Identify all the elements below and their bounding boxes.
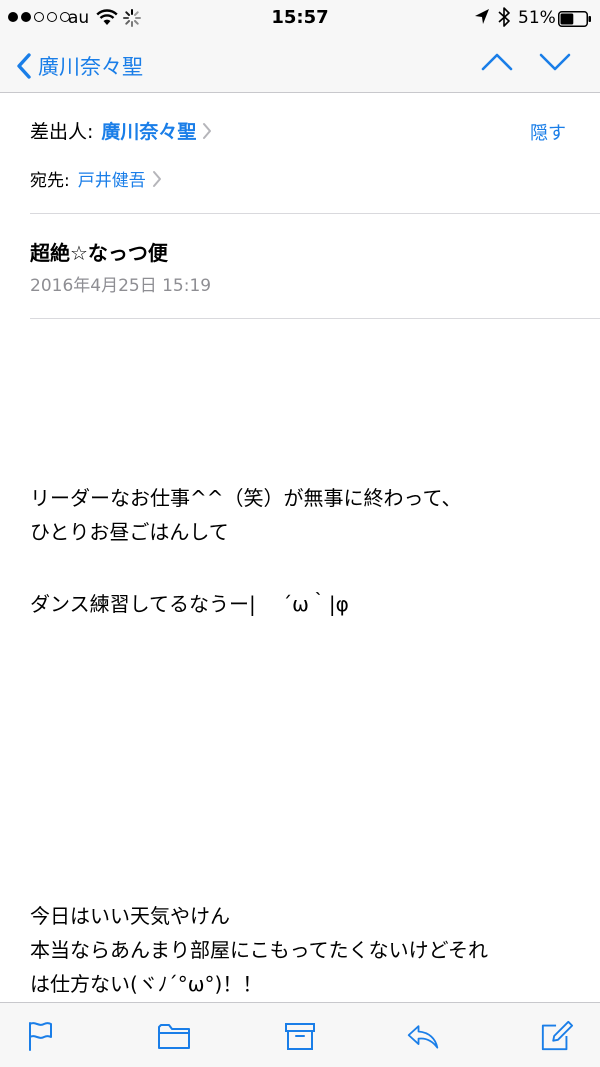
hide-details-button[interactable]: 隠す [530, 119, 566, 145]
back-label: 廣川奈々聖 [38, 55, 143, 79]
bluetooth-icon [497, 6, 511, 32]
move-to-folder-button[interactable] [157, 1019, 191, 1053]
body-line: 本当ならあんまり部屋にこもってたくないけどそれ [30, 938, 488, 962]
archive-icon [285, 1023, 315, 1050]
body-line: ひとりお昼ごはんして [30, 520, 229, 544]
compose-icon [541, 1020, 574, 1051]
reply-icon [407, 1025, 439, 1049]
chevron-right-icon [203, 122, 212, 139]
header-divider [30, 213, 600, 214]
body-line: 今日はいい天気やけん [30, 904, 230, 928]
from-label: 差出人: [30, 121, 94, 143]
flag-button[interactable] [24, 1019, 58, 1053]
status-bar: au 15:57 51% [0, 0, 600, 40]
chevron-down-icon [539, 53, 571, 71]
body-line: ダンス練習してるなうー| ´ω｀|φ [30, 592, 349, 616]
bottom-toolbar [0, 1002, 600, 1067]
battery-percentage: 51% [518, 8, 556, 28]
compose-button[interactable] [540, 1019, 574, 1053]
archive-button[interactable] [283, 1019, 317, 1053]
sender-name[interactable]: 廣川奈々聖 [101, 117, 196, 144]
reply-button[interactable] [406, 1019, 440, 1053]
folder-icon [158, 1024, 190, 1049]
back-button[interactable]: 廣川奈々聖 [16, 46, 143, 86]
battery-icon [558, 11, 592, 31]
chevron-right-icon [152, 170, 161, 187]
chevron-up-icon [481, 53, 513, 71]
message-date: 2016年4月25日 15:19 [30, 276, 212, 296]
from-row[interactable]: 差出人: 廣川奈々聖 [30, 117, 212, 144]
recipient-name[interactable]: 戸井健吾 [78, 166, 146, 191]
previous-message-button[interactable] [480, 51, 514, 77]
navigation-bar: 廣川奈々聖 [0, 40, 600, 93]
message-subject: 超絶☆なっつ便 [30, 241, 168, 265]
body-line: は仕方ない(ヾﾉ´°ω°)！！ [30, 972, 263, 996]
flag-icon [29, 1022, 52, 1051]
next-message-button[interactable] [538, 51, 572, 77]
chevron-left-icon [17, 53, 31, 79]
location-icon [474, 8, 490, 30]
to-row[interactable]: 宛先: 戸井健吾 [30, 166, 162, 191]
body-line: リーダーなお仕事^^（笑）が無事に終わって、 [30, 486, 462, 510]
to-label: 宛先: [30, 171, 70, 191]
subject-divider [30, 318, 600, 319]
